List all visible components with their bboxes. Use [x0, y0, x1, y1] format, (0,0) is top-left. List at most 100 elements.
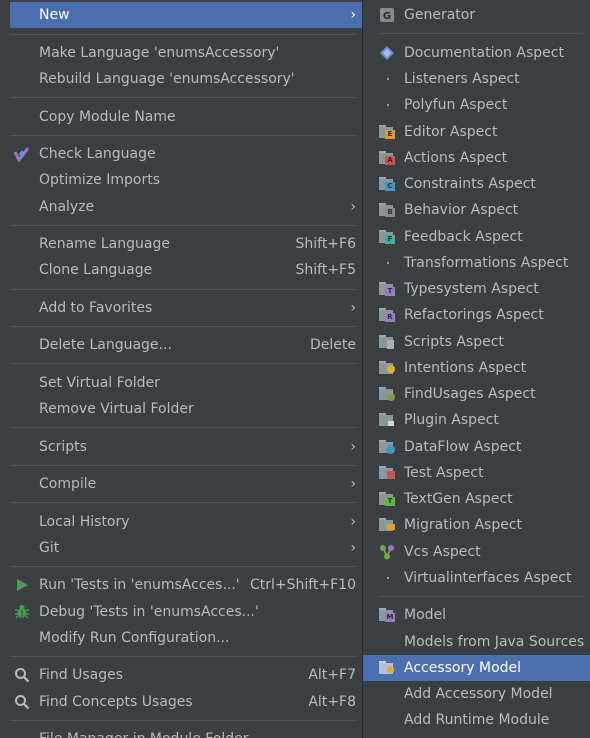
menu-item-file-manager[interactable]: File Manager in Module Folder [10, 726, 362, 738]
submenu-item-refactorings[interactable]: R Refactorings Aspect [363, 302, 590, 328]
submenu-item-findusages[interactable]: FindUsages Aspect [363, 381, 590, 407]
submenu-item-documentation[interactable]: Documentation Aspect [363, 40, 590, 66]
scripts-aspect-icon [379, 334, 395, 350]
separator [10, 97, 356, 98]
submenu-item-add-runtime-module[interactable]: Add Runtime Module [363, 707, 590, 733]
submenu-item-vcs[interactable]: Vcs Aspect [363, 539, 590, 565]
submenu-item-textgen[interactable]: T TextGen Aspect [363, 486, 590, 512]
menu-item-check-language[interactable]: Check Language [10, 141, 362, 167]
submenu-item-transformations[interactable]: Transformations Aspect [363, 250, 590, 276]
submenu-item-listeners[interactable]: Listeners Aspect [363, 66, 590, 92]
submenu-item-feedback[interactable]: F Feedback Aspect [363, 224, 590, 250]
menu-item-label: Debug 'Tests in 'enumsAcces...' [39, 604, 259, 620]
menu-item-debug-tests[interactable]: Debug 'Tests in 'enumsAcces...' [10, 599, 362, 625]
menu-item-modify-run-config[interactable]: Modify Run Configuration... [10, 625, 362, 651]
menu-item-remove-virtual-folder[interactable]: Remove Virtual Folder [10, 396, 362, 422]
menu-item-set-virtual-folder[interactable]: Set Virtual Folder [10, 370, 362, 396]
submenu-item-accessory-model[interactable]: Accessory Model [363, 655, 590, 681]
submenu-item-label: FindUsages Aspect [404, 386, 536, 402]
bullet-icon [387, 577, 389, 579]
typesystem-badge-icon: T [385, 287, 395, 296]
submenu-item-migration[interactable]: Migration Aspect [363, 512, 590, 538]
separator [379, 33, 583, 34]
submenu-item-label: Actions Aspect [404, 150, 508, 166]
submenu-item-constraints[interactable]: C Constraints Aspect [363, 171, 590, 197]
menu-item-label: Compile [39, 476, 97, 492]
submenu-item-behavior[interactable]: B Behavior Aspect [363, 197, 590, 223]
menu-item-find-usages[interactable]: Find Usages Alt+F7 [10, 662, 362, 688]
submenu-item-actions[interactable]: A Actions Aspect [363, 145, 590, 171]
menu-item-local-history[interactable]: Local History › [10, 509, 362, 535]
submenu-item-editor[interactable]: E Editor Aspect [363, 119, 590, 145]
submenu-item-add-accessory-model[interactable]: Add Accessory Model [363, 681, 590, 707]
typesystem-aspect-icon: T [379, 281, 395, 297]
menu-item-rebuild-language[interactable]: Rebuild Language 'enumsAccessory' [10, 66, 362, 92]
submenu-item-label: Behavior Aspect [404, 202, 519, 218]
submenu-item-models-from-java[interactable]: Models from Java Sources [363, 629, 590, 655]
submenu-item-label: Polyfun Aspect [404, 97, 508, 113]
menu-item-rename-language[interactable]: Rename Language Shift+F6 [10, 231, 362, 257]
submenu-item-label: Refactorings Aspect [404, 307, 544, 323]
menu-item-label: New [39, 7, 70, 23]
submenu-item-virtualinterfaces[interactable]: Virtualinterfaces Aspect [363, 565, 590, 591]
documentation-icon [380, 46, 394, 60]
actions-badge-icon: A [385, 156, 395, 165]
menu-item-run-tests[interactable]: Run 'Tests in 'enumsAcces...' Ctrl+Shift… [10, 572, 362, 598]
dataflow-aspect-icon [379, 439, 395, 455]
separator [10, 135, 356, 136]
submenu-item-label: Scripts Aspect [404, 334, 504, 350]
submenu-item-label: Editor Aspect [404, 124, 498, 140]
menu-item-label: Scripts [39, 439, 87, 455]
submenu-item-generator[interactable]: G Generator [363, 2, 590, 28]
submenu-item-label: Documentation Aspect [404, 45, 564, 61]
model-badge-icon: M [385, 613, 395, 622]
bullet-icon [387, 104, 389, 106]
menu-item-analyze[interactable]: Analyze › [10, 194, 362, 220]
menu-item-find-concepts-usages[interactable]: Find Concepts Usages Alt+F8 [10, 689, 362, 715]
menu-item-optimize-imports[interactable]: Optimize Imports [10, 167, 362, 193]
submenu-item-label: Transformations Aspect [404, 255, 569, 271]
menu-item-shortcut: Alt+F8 [308, 694, 356, 710]
menu-item-make-language[interactable]: Make Language 'enumsAccessory' [10, 40, 362, 66]
model-icon: M [379, 607, 395, 623]
menu-item-copy-module-name[interactable]: Copy Module Name [10, 104, 362, 130]
migration-aspect-icon [379, 517, 395, 533]
submenu-item-label: Vcs Aspect [404, 544, 481, 560]
bullet-icon [387, 262, 389, 264]
submenu-item-dataflow[interactable]: DataFlow Aspect [363, 434, 590, 460]
menu-item-git[interactable]: Git › [10, 535, 362, 561]
menu-item-label: File Manager in Module Folder [39, 726, 249, 738]
findusages-aspect-icon [379, 386, 395, 402]
editor-badge-icon: E [385, 130, 395, 139]
menu-item-label: Local History [39, 514, 130, 530]
feedback-badge-icon: F [385, 235, 395, 244]
menu-item-shortcut: Delete [310, 337, 356, 353]
refactorings-aspect-icon: R [379, 307, 395, 323]
submenu-item-typesystem[interactable]: T Typesystem Aspect [363, 276, 590, 302]
menu-item-add-to-favorites[interactable]: Add to Favorites › [10, 295, 362, 321]
submenu-item-label: Constraints Aspect [404, 176, 536, 192]
menu-item-scripts[interactable]: Scripts › [10, 434, 362, 460]
submenu-item-plugin[interactable]: Plugin Aspect [363, 407, 590, 433]
menu-item-label: Rebuild Language 'enumsAccessory' [39, 71, 295, 87]
menu-item-new[interactable]: New › [10, 2, 362, 28]
chevron-right-icon: › [350, 300, 356, 316]
chevron-right-icon: › [350, 7, 356, 23]
menu-item-shortcut: Shift+F5 [295, 262, 356, 278]
test-aspect-icon [379, 465, 395, 481]
new-submenu: G Generator Documentation Aspect Listene… [362, 0, 590, 738]
plugin-aspect-icon [379, 412, 395, 428]
menu-item-delete-language[interactable]: Delete Language... Delete [10, 332, 362, 358]
menu-item-clone-language[interactable]: Clone Language Shift+F5 [10, 257, 362, 283]
submenu-item-intentions[interactable]: Intentions Aspect [363, 355, 590, 381]
submenu-item-model[interactable]: M Model [363, 602, 590, 628]
bullet-icon [387, 78, 389, 80]
submenu-item-scripts[interactable]: Scripts Aspect [363, 329, 590, 355]
textgen-badge-icon: T [385, 497, 395, 506]
menu-item-compile[interactable]: Compile › [10, 471, 362, 497]
submenu-item-polyfun[interactable]: Polyfun Aspect [363, 92, 590, 118]
separator [10, 34, 356, 35]
submenu-item-test[interactable]: Test Aspect [363, 460, 590, 486]
separator [10, 465, 356, 466]
debug-icon [15, 605, 29, 619]
